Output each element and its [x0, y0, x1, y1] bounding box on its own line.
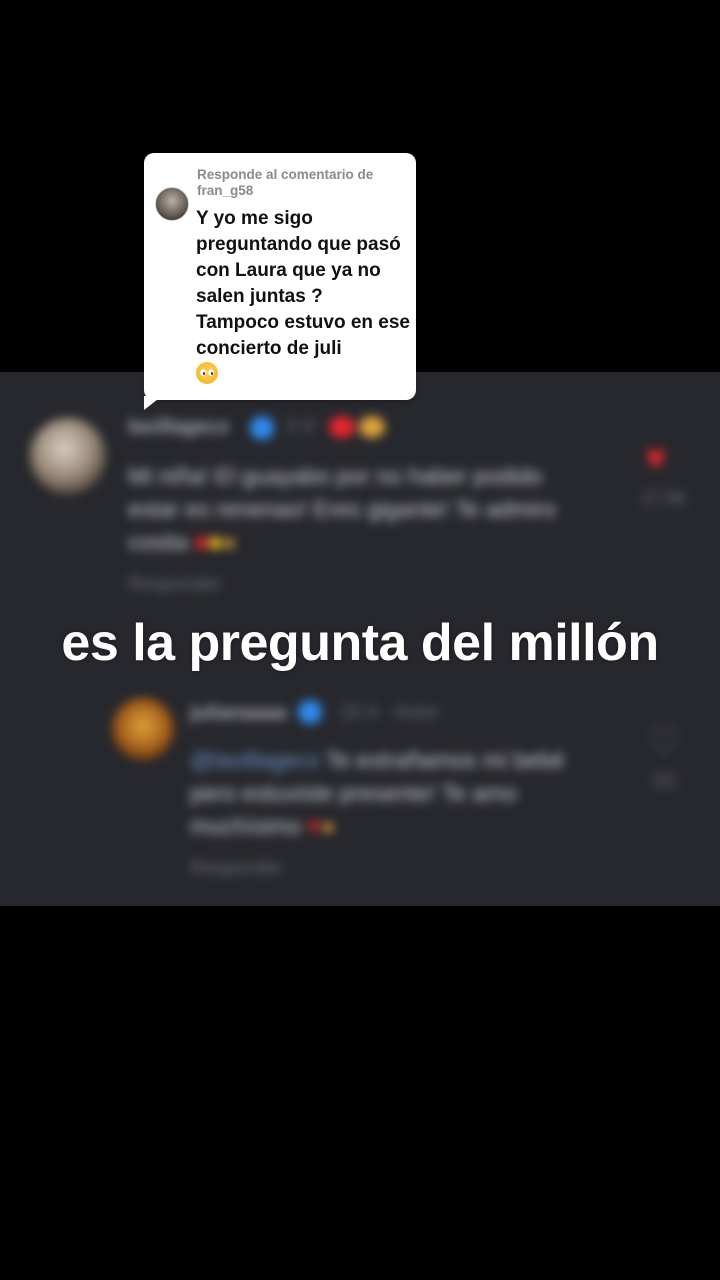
comment-like-count: 17,5K: [640, 488, 688, 508]
sticker-tail: [144, 396, 162, 410]
reply-username: julianaaaa: [190, 702, 287, 724]
sticker-header: Responde al comentario de fran_g58: [197, 167, 374, 198]
sticker-comment-text: Y yo me sigo preguntando que pasó con La…: [196, 206, 410, 388]
reply-like-count: 111: [650, 770, 678, 790]
commenter-avatar: [155, 187, 189, 221]
reply-text: @lavillagecx Te extrañamos mi bebé pero …: [190, 747, 565, 839]
commenter-avatar: [30, 418, 106, 494]
reply-reply-link: Responder: [190, 858, 283, 879]
sticker-comment-body: Y yo me sigo preguntando que pasó con La…: [196, 208, 410, 359]
video-frame: lavillagecx 2-3 · Mi niña! El guayabo po…: [0, 0, 720, 1280]
comment-reply-link: Responder: [128, 574, 221, 595]
comment-text: Mi niña! El guayabo por no haber podido …: [128, 463, 556, 555]
comment-meta: 2-3 ·: [286, 416, 386, 438]
reply-avatar: [112, 698, 174, 760]
reply-comment-sticker[interactable]: Responde al comentario de fran_g58 Y yo …: [144, 153, 416, 410]
pleading-face-icon: [196, 362, 218, 384]
verified-badge-icon: [250, 416, 274, 440]
video-caption: es la pregunta del millón: [61, 614, 659, 672]
verified-badge-icon: [298, 700, 322, 724]
reply-meta: 22-4 · Autor: [340, 702, 440, 723]
commenter-username: lavillagecx: [128, 416, 230, 438]
heart-icon: ♥: [645, 437, 667, 478]
heart-outline-icon: ♡: [648, 721, 681, 762]
